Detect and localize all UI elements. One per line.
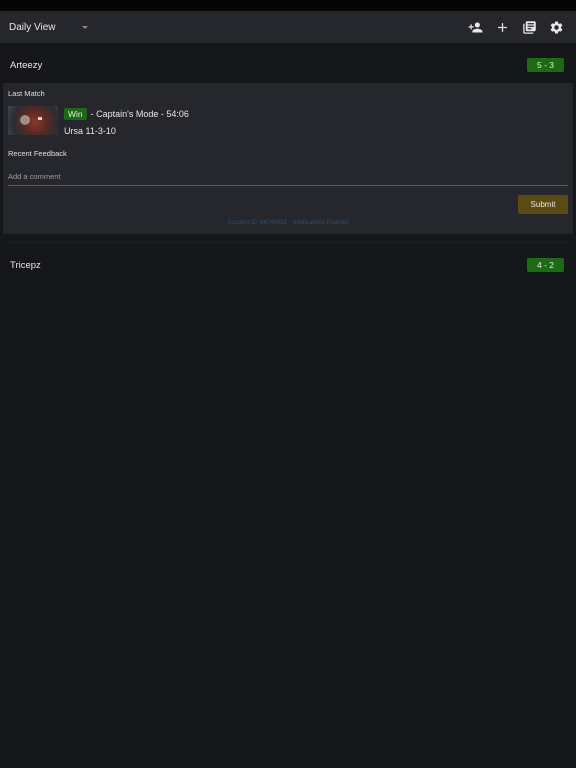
record-badge: 5 - 3 [527, 58, 564, 72]
settings-button[interactable] [543, 14, 570, 41]
gear-icon [550, 20, 563, 33]
player-detail-card: Last Match Win - Captain's Mode - 54:06 … [3, 83, 573, 234]
match-description: - Captain's Mode - 54:06 [90, 109, 189, 119]
view-dropdown[interactable]: Daily View [9, 11, 88, 43]
player-row-tricepz[interactable]: Tricepz 4 - 2 [0, 253, 576, 277]
match-summary: Win - Captain's Mode - 54:06 [64, 108, 189, 120]
submit-button[interactable]: Submit [518, 195, 568, 214]
player-name: Arteezy [10, 59, 43, 71]
person-add-icon [468, 22, 483, 32]
add-player-button[interactable] [462, 14, 489, 41]
player-row-arteezy[interactable]: Arteezy 5 - 3 [0, 53, 576, 77]
account-info: Account ID: 86745912 - Notifications Ena… [227, 220, 349, 226]
status-bar [0, 0, 576, 11]
record-badge: 4 - 2 [527, 258, 564, 272]
library-button[interactable] [516, 14, 543, 41]
add-button[interactable] [489, 14, 516, 41]
recent-feedback-label: Recent Feedback [8, 149, 67, 158]
last-match-label: Last Match [8, 89, 45, 98]
top-toolbar: Daily View [0, 11, 576, 43]
view-dropdown-label: Daily View [9, 21, 56, 33]
library-books-icon [523, 20, 536, 34]
caret-down-icon [81, 25, 88, 29]
divider [8, 242, 568, 243]
comment-input[interactable] [8, 167, 568, 186]
toolbar-actions [462, 14, 570, 41]
hero-portrait [8, 106, 58, 135]
plus-icon [498, 22, 507, 32]
result-badge: Win [64, 108, 87, 120]
player-name: Tricepz [10, 259, 41, 271]
hero-kda: Ursa 11-3-10 [64, 126, 116, 136]
